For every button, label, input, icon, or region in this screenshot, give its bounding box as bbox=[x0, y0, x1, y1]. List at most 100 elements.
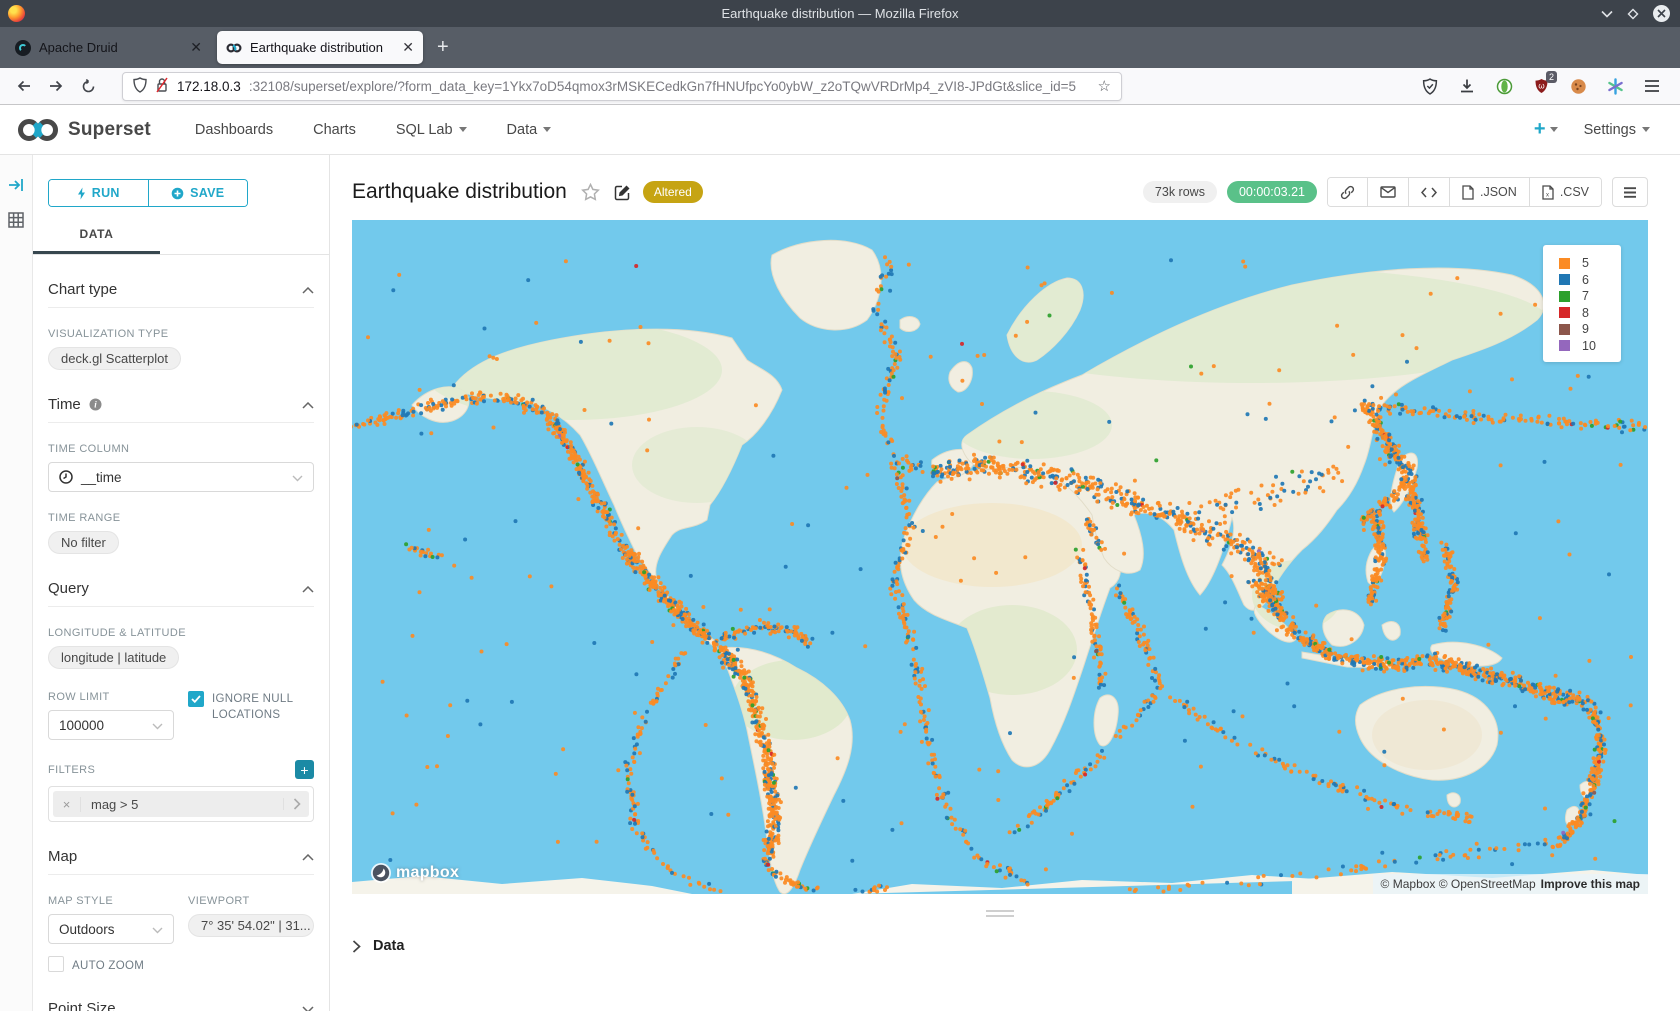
collapse-rail bbox=[0, 155, 33, 1011]
cookie-extension-icon[interactable] bbox=[1568, 76, 1588, 96]
legend-label: 10 bbox=[1582, 339, 1596, 353]
bookmark-star-icon[interactable]: ☆ bbox=[1098, 77, 1111, 95]
add-filter-button[interactable]: + bbox=[295, 760, 314, 779]
filter-chip[interactable]: × mag > 5 bbox=[53, 791, 309, 817]
checkbox-checked-icon[interactable] bbox=[188, 691, 204, 707]
section-header-query[interactable]: Query bbox=[48, 580, 314, 607]
tab-earthquake-distribution[interactable]: Earthquake distribution ✕ bbox=[217, 31, 423, 64]
file-icon: x bbox=[1542, 185, 1554, 200]
download-icon[interactable] bbox=[1457, 76, 1477, 96]
filters-label: FILTERS bbox=[48, 764, 95, 776]
improve-map-link[interactable]: Improve this map bbox=[1541, 877, 1640, 891]
ublock-shield-icon[interactable]: ω2 bbox=[1531, 76, 1551, 96]
deckgl-map[interactable]: 5678910 mapbox © Mapbox © OpenStreetMap … bbox=[352, 220, 1648, 894]
expand-panel-icon[interactable] bbox=[8, 177, 24, 198]
legend-swatch-icon bbox=[1559, 258, 1570, 269]
forward-button[interactable] bbox=[42, 72, 70, 100]
maximize-icon[interactable] bbox=[1627, 8, 1639, 20]
section-header-point-size[interactable]: Point Size bbox=[48, 1000, 314, 1011]
section-header-map[interactable]: Map bbox=[48, 848, 314, 875]
legend-label: 7 bbox=[1582, 289, 1589, 303]
chevron-right-icon[interactable] bbox=[283, 798, 309, 810]
export-csv-button[interactable]: x.CSV bbox=[1529, 178, 1601, 206]
legend-swatch-icon bbox=[1559, 324, 1570, 335]
section-header-time[interactable]: Time i bbox=[48, 396, 314, 423]
row-count-badge: 73k rows bbox=[1143, 181, 1217, 203]
world-map[interactable] bbox=[352, 220, 1648, 894]
tab-close-icon[interactable]: ✕ bbox=[402, 39, 414, 56]
insecure-lock-icon[interactable] bbox=[155, 77, 169, 96]
panel-resize-gutter[interactable] bbox=[352, 894, 1648, 932]
remove-filter-icon[interactable]: × bbox=[53, 797, 81, 812]
legend-item: 6 bbox=[1559, 272, 1621, 289]
email-button[interactable] bbox=[1367, 178, 1408, 206]
new-item-button[interactable]: + bbox=[1534, 118, 1558, 141]
section-point-size: Point Size bbox=[48, 1000, 314, 1011]
tab-apache-druid[interactable]: Apache Druid ✕ bbox=[6, 31, 211, 64]
protections-shield-icon[interactable] bbox=[1420, 76, 1440, 96]
ignore-null-label: IGNORE NULL LOCATIONS bbox=[212, 691, 314, 723]
shield-icon[interactable] bbox=[133, 77, 147, 96]
back-button[interactable] bbox=[10, 72, 38, 100]
section-map: Map MAP STYLE Outdoors AUTO ZOOM VIE bbox=[48, 848, 314, 974]
section-query: Query LONGITUDE & LATITUDE longitude | l… bbox=[48, 580, 314, 822]
close-icon[interactable] bbox=[1653, 5, 1670, 22]
time-range-value[interactable]: No filter bbox=[48, 531, 119, 554]
svg-text:ω: ω bbox=[1538, 82, 1544, 91]
nav-charts[interactable]: Charts bbox=[293, 122, 376, 138]
viz-type-value[interactable]: deck.gl Scatterplot bbox=[48, 347, 181, 370]
dataset-grid-icon[interactable] bbox=[8, 212, 24, 233]
chevron-down-icon bbox=[459, 127, 467, 132]
chart-menu-button[interactable] bbox=[1612, 177, 1648, 207]
container-asterisk-icon[interactable] bbox=[1605, 76, 1625, 96]
ignore-null-checkbox-row[interactable]: IGNORE NULL LOCATIONS bbox=[188, 691, 314, 723]
settings-menu[interactable]: Settings bbox=[1584, 122, 1650, 138]
minimize-icon[interactable] bbox=[1601, 10, 1613, 18]
mapbox-logo[interactable]: mapbox bbox=[370, 862, 459, 884]
data-panel-header[interactable]: Data bbox=[352, 932, 1680, 954]
export-button-group: .JSON x.CSV bbox=[1327, 177, 1602, 207]
extension-green-icon[interactable] bbox=[1494, 76, 1514, 96]
nav-data[interactable]: Data bbox=[487, 122, 572, 138]
tab-close-icon[interactable]: ✕ bbox=[190, 39, 202, 56]
superset-infinity-icon bbox=[16, 117, 60, 143]
auto-zoom-checkbox-row[interactable]: AUTO ZOOM bbox=[48, 956, 174, 974]
row-limit-select[interactable]: 100000 bbox=[48, 710, 174, 740]
save-button[interactable]: SAVE bbox=[148, 180, 248, 206]
auto-zoom-label: AUTO ZOOM bbox=[72, 956, 144, 974]
info-icon: i bbox=[89, 398, 102, 411]
legend-swatch-icon bbox=[1559, 340, 1570, 351]
filter-expression: mag > 5 bbox=[81, 797, 283, 812]
export-json-button[interactable]: .JSON bbox=[1449, 178, 1529, 206]
legend-item: 5 bbox=[1559, 255, 1621, 272]
legend-swatch-icon bbox=[1559, 274, 1570, 285]
checkbox-unchecked-icon[interactable] bbox=[48, 956, 64, 972]
link-icon bbox=[1340, 185, 1355, 200]
reload-button[interactable] bbox=[74, 72, 102, 100]
favorite-star-icon[interactable] bbox=[581, 183, 600, 201]
drag-handle[interactable] bbox=[986, 910, 1014, 917]
viewport-value[interactable]: 7° 35' 54.02" | 31... bbox=[188, 914, 314, 937]
url-bar[interactable]: 172.18.0.3 :32108/superset/explore/?form… bbox=[122, 72, 1122, 101]
tab-data[interactable]: DATA bbox=[33, 221, 160, 254]
filter-container: × mag > 5 bbox=[48, 786, 314, 822]
section-header-chart-type[interactable]: Chart type bbox=[48, 281, 314, 308]
time-column-select[interactable]: __time bbox=[48, 462, 314, 492]
superset-navbar: Superset Dashboards Charts SQL Lab Data … bbox=[0, 105, 1680, 155]
edit-properties-icon[interactable] bbox=[614, 184, 631, 201]
clock-icon bbox=[59, 470, 73, 484]
chevron-down-icon bbox=[292, 470, 303, 485]
nav-dashboards[interactable]: Dashboards bbox=[175, 122, 293, 138]
browser-menu-icon[interactable] bbox=[1642, 76, 1662, 96]
nav-sql-lab[interactable]: SQL Lab bbox=[376, 122, 487, 138]
new-tab-button[interactable]: + bbox=[437, 36, 449, 59]
run-button[interactable]: RUN bbox=[49, 180, 148, 206]
lonlat-value[interactable]: longitude | latitude bbox=[48, 646, 179, 669]
copy-link-button[interactable] bbox=[1328, 178, 1367, 206]
time-column-label: TIME COLUMN bbox=[48, 443, 314, 455]
window-titlebar: Earthquake distribution — Mozilla Firefo… bbox=[0, 0, 1680, 27]
embed-code-button[interactable] bbox=[1408, 178, 1449, 206]
map-attribution: © Mapbox © OpenStreetMap Improve this ma… bbox=[1373, 874, 1648, 894]
superset-logo[interactable]: Superset bbox=[16, 117, 151, 143]
map-style-select[interactable]: Outdoors bbox=[48, 914, 174, 944]
